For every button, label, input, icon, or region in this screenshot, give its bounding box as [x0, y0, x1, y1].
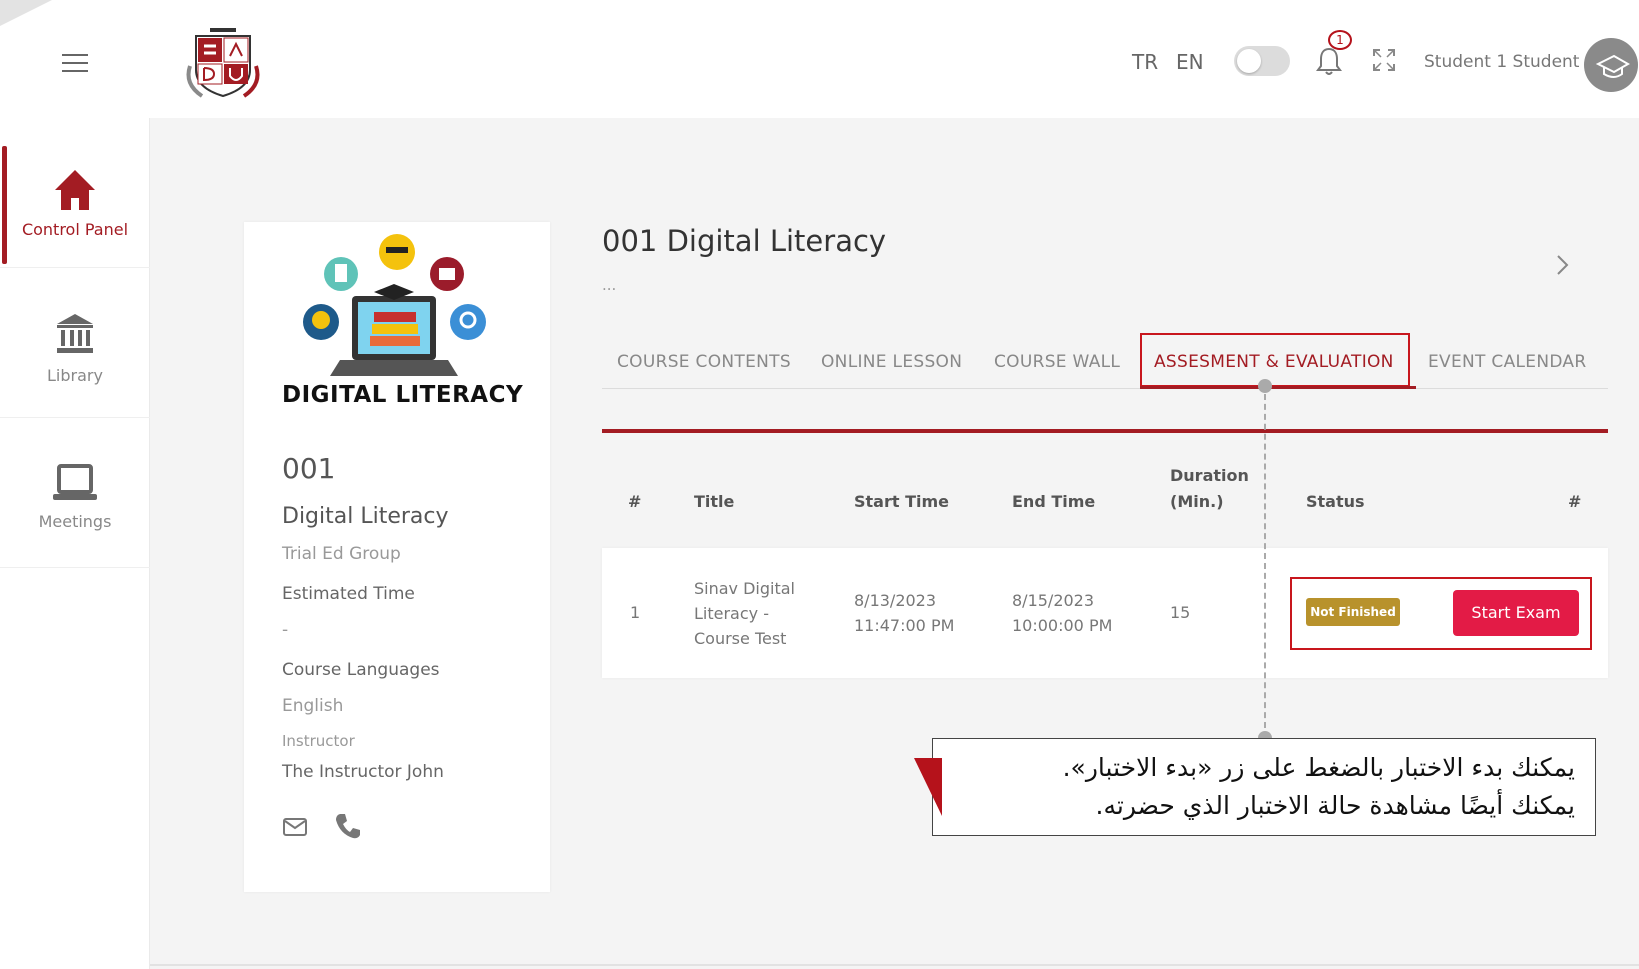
notification-badge: 1 [1328, 30, 1352, 50]
column-header-index: # [628, 492, 642, 511]
connector-dot-top [1258, 379, 1272, 393]
column-header-end-time: End Time [1012, 492, 1096, 511]
course-brand: DIGITAL LITERACY [282, 382, 524, 408]
laptop-icon [53, 464, 97, 500]
theme-toggle[interactable] [1234, 46, 1290, 76]
sidebar-item-label: Library [47, 366, 103, 385]
instructor-name: The Instructor John [282, 762, 444, 782]
tab-event-calendar[interactable]: EVENT CALENDAR [1428, 352, 1586, 372]
estimated-time-value: - [282, 620, 289, 640]
user-name[interactable]: Student 1 Student [1424, 52, 1579, 72]
tab-highlight-box [1140, 333, 1410, 387]
digital-literacy-illustration [303, 234, 486, 376]
phone-icon[interactable] [334, 812, 362, 840]
course-languages-label: Course Languages [282, 660, 440, 680]
tab-course-wall[interactable]: COURSE WALL [994, 352, 1120, 372]
estimated-time-label: Estimated Time [282, 584, 415, 604]
university-logo [186, 28, 260, 98]
active-indicator [2, 146, 7, 264]
status-badge: Not Finished [1306, 598, 1400, 626]
sidebar-item-label: Control Panel [21, 220, 129, 239]
page-title: 001 Digital Literacy [602, 224, 887, 258]
fullscreen-icon[interactable] [1372, 48, 1396, 72]
course-card: DIGITAL LITERACY 001 Digital Literacy Tr… [244, 222, 550, 892]
course-languages-value: English [282, 696, 344, 716]
sidebar-item-label: Meetings [38, 512, 112, 531]
callout-line-1: يمكنك بدء الاختبار بالضغط على زر «بدء ال… [1062, 753, 1575, 782]
row-start-time: 8/13/2023 11:47:00 PM [854, 591, 955, 635]
course-tabs: COURSE CONTENTS ONLINE LESSON COURSE WAL… [602, 333, 1608, 389]
column-header-duration: Duration [1170, 466, 1249, 485]
sidebar: Control Panel Library Meetings [0, 118, 150, 969]
sidebar-item-library[interactable]: Library [0, 268, 150, 418]
sidebar-item-meetings[interactable]: Meetings [0, 418, 150, 568]
course-name: Digital Literacy [282, 504, 449, 529]
help-callout: يمكنك بدء الاختبار بالضغط على زر «بدء ال… [932, 738, 1596, 836]
column-header-start-time: Start Time [854, 492, 949, 511]
top-header: TR EN 1 Student 1 Student [0, 0, 1639, 118]
row-title: Sinav Digital Literacy - Course Test [694, 579, 795, 648]
library-icon [57, 314, 93, 353]
row-end-time: 8/15/2023 10:00:00 PM [1012, 591, 1113, 635]
callout-flag-icon [914, 758, 942, 816]
active-tab-underline [1140, 386, 1416, 389]
corner-decoration [0, 0, 52, 26]
row-duration: 15 [1170, 603, 1191, 622]
instructor-label: Instructor [282, 732, 355, 750]
lang-en-button[interactable]: EN [1176, 50, 1204, 74]
row-index: 1 [630, 603, 641, 622]
menu-icon[interactable] [62, 54, 88, 74]
lang-tr-button[interactable]: TR [1132, 50, 1158, 74]
tab-online-lesson[interactable]: ONLINE LESSON [821, 352, 962, 372]
start-exam-button[interactable]: Start Exam [1453, 590, 1579, 636]
bell-icon[interactable] [1316, 46, 1342, 76]
column-header-duration-unit: (Min.) [1170, 492, 1224, 511]
avatar[interactable] [1584, 38, 1638, 92]
section-divider [602, 429, 1608, 433]
course-code: 001 [282, 452, 336, 485]
sidebar-item-control-panel[interactable]: Control Panel [0, 118, 150, 268]
home-icon [55, 170, 95, 210]
column-header-actions: # [1568, 492, 1582, 511]
graduation-cap-icon [1595, 54, 1631, 78]
tab-course-contents[interactable]: COURSE CONTENTS [617, 352, 791, 372]
column-header-status: Status [1306, 492, 1365, 511]
column-header-title: Title [694, 492, 735, 511]
mail-icon[interactable] [282, 816, 308, 838]
callout-line-2: يمكنك أيضًا مشاهدة حالة الاختبار الذي حض… [1095, 791, 1575, 820]
course-group: Trial Ed Group [282, 544, 401, 564]
footer-divider [150, 964, 1639, 966]
chevron-right-icon[interactable] [1554, 252, 1572, 278]
callout-connector [1264, 384, 1266, 738]
page-subtitle: ... [602, 276, 617, 294]
